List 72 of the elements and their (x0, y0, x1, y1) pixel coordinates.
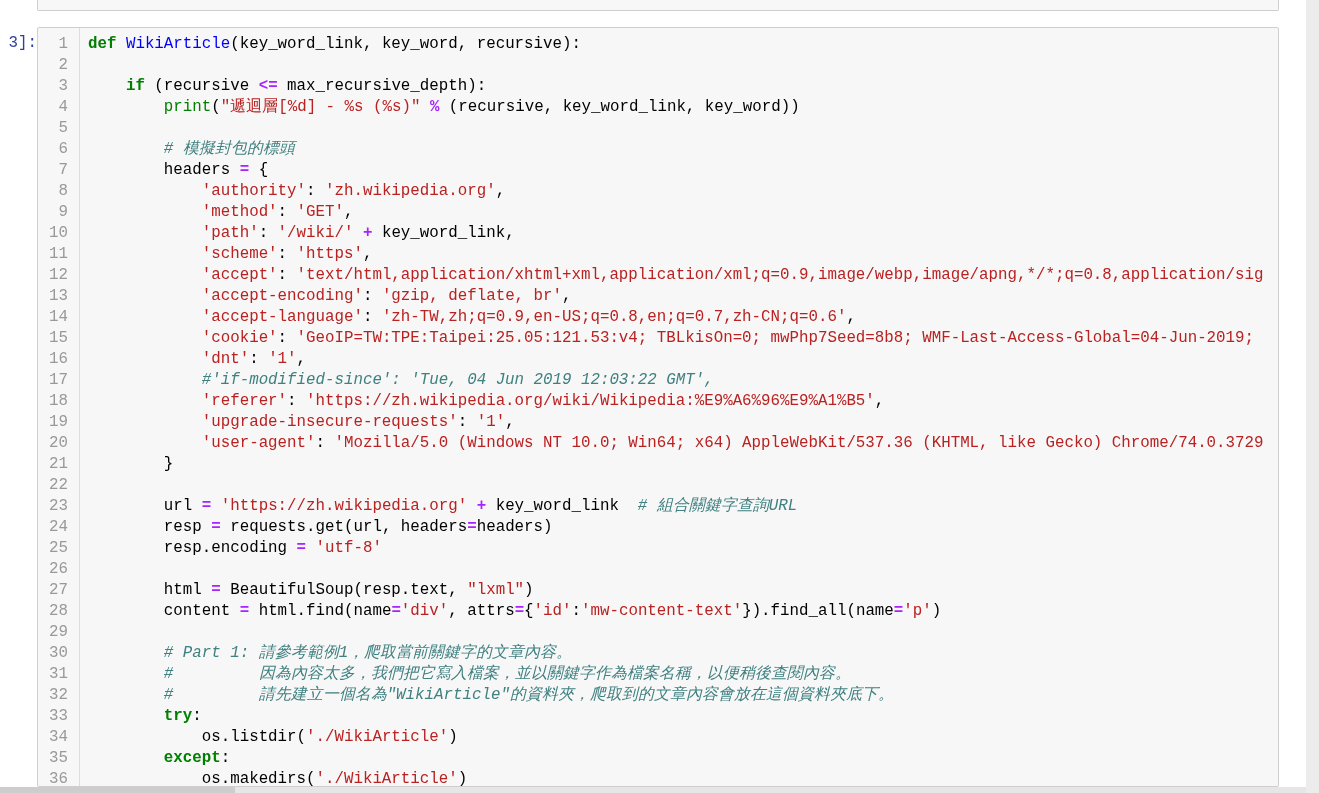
line-number: 30 (48, 643, 69, 664)
code-line: resp.encoding = 'utf-8' (162, 538, 382, 559)
line-number: 2 (57, 55, 69, 76)
code-line: 'user-agent': 'Mozilla/5.0 (Windows NT 10.0; Win64; x64) AppleWebKit/537.36 (KHTML, like Gecko) Chrome/74.0.3729 (200, 433, 1264, 454)
line-number: 3 (57, 76, 69, 97)
line-number: 10 (48, 223, 69, 244)
line-number: 28 (48, 601, 69, 622)
line-number: 7 (57, 160, 69, 181)
code-line: 'cookie': 'GeoIP=TW:TPE:Taipei:25.05:121.53:v4; TBLkisOn=0; mwPhp7Seed=8b8; WMF-Last-Access-Global=04-Jun-2019; (200, 328, 1254, 349)
code-line: content = html.find(name='div', attrs={'id':'mw-content-text'}).find_all(name='p') (162, 601, 942, 622)
line-number: 16 (48, 349, 69, 370)
code-line: os.makedirs('./WikiArticle') (200, 769, 468, 786)
line-number: 29 (48, 622, 69, 643)
cell-prompt: 3]: (7, 33, 37, 54)
line-number: 36 (48, 769, 69, 786)
horizontal-scrollbar[interactable] (0, 787, 1306, 793)
line-number: 35 (48, 748, 69, 769)
code-line: resp = requests.get(url, headers=headers) (162, 517, 553, 538)
code-line: 'path': '/wiki/' + key_word_link, (200, 223, 515, 244)
line-number: 24 (48, 517, 69, 538)
line-number: 5 (57, 118, 69, 139)
line-number: 22 (48, 475, 69, 496)
code-line: 'scheme': 'https', (200, 244, 373, 265)
line-number: 12 (48, 265, 69, 286)
code-line: # Part 1: 請參考範例1，爬取當前關鍵字的文章內容。 (162, 643, 573, 664)
vertical-scrollbar[interactable] (1306, 0, 1319, 793)
code-line: # 模擬封包的標頭 (162, 139, 295, 160)
line-number: 27 (48, 580, 69, 601)
code-line: # 請先建立一個名為"WikiArticle"的資料夾，爬取到的文章內容會放在這個資料夾底下。 (162, 685, 894, 706)
code-line: html = BeautifulSoup(resp.text, "lxml") (162, 580, 534, 601)
code-line: try: (162, 706, 202, 727)
line-number: 25 (48, 538, 69, 559)
code-line: except: (162, 748, 231, 769)
code-line: #'if-modified-since': 'Tue, 04 Jun 2019 12:03:22 GMT', (200, 370, 714, 391)
line-number: 11 (48, 244, 69, 265)
line-number: 19 (48, 412, 69, 433)
code-line: 'upgrade-insecure-requests': '1', (200, 412, 515, 433)
line-number: 13 (48, 286, 69, 307)
code-line: 'authority': 'zh.wikipedia.org', (200, 181, 506, 202)
code-line: url = 'https://zh.wikipedia.org' + key_word_link # 組合關鍵字查詢URL (162, 496, 798, 517)
line-number: 6 (57, 139, 69, 160)
line-number: 23 (48, 496, 69, 517)
line-number: 18 (48, 391, 69, 412)
code-line: print("遞迴層[%d] - %s (%s)" % (recursive, key_word_link, key_word)) (162, 97, 800, 118)
code-line: 'dnt': '1', (200, 349, 307, 370)
line-number: 14 (48, 307, 69, 328)
code-line: os.listdir('./WikiArticle') (200, 727, 458, 748)
line-number: 21 (48, 454, 69, 475)
line-number: 33 (48, 706, 69, 727)
line-number: 4 (57, 97, 69, 118)
code-line: def WikiArticle(key_word_link, key_word, recursive): (88, 34, 581, 55)
code-line: 'method': 'GET', (200, 202, 354, 223)
line-number: 31 (48, 664, 69, 685)
code-line: if (recursive <= max_recursive_depth): (124, 76, 487, 97)
line-number: 17 (48, 370, 69, 391)
code-line: } (162, 454, 174, 475)
line-number: 15 (48, 328, 69, 349)
scrollbar-thumb[interactable] (0, 787, 235, 793)
line-number: 9 (57, 202, 69, 223)
code-line: 'referer': 'https://zh.wikipedia.org/wiki/Wikipedia:%E9%A6%96%E9%A1%B5', (200, 391, 885, 412)
code-line: 'accept-language': 'zh-TW,zh;q=0.9,en-US;q=0.8,en;q=0.7,zh-CN;q=0.6', (200, 307, 856, 328)
code-cell[interactable] (37, 27, 1279, 787)
line-number: 1 (57, 34, 69, 55)
code-line: 'accept': 'text/html,application/xhtml+xml,application/xml;q=0.9,image/webp,image/apng,*/*;q=0.8,application/sig (200, 265, 1264, 286)
code-line: headers = { (162, 160, 269, 181)
line-number: 20 (48, 433, 69, 454)
line-number: 8 (57, 181, 69, 202)
line-number: 26 (48, 559, 69, 580)
line-number: 32 (48, 685, 69, 706)
code-line: # 因為內容太多，我們把它寫入檔案，並以關鍵字作為檔案名稱，以便稍後查閱內容。 (162, 664, 851, 685)
line-number: 34 (48, 727, 69, 748)
code-line: 'accept-encoding': 'gzip, deflate, br', (200, 286, 572, 307)
